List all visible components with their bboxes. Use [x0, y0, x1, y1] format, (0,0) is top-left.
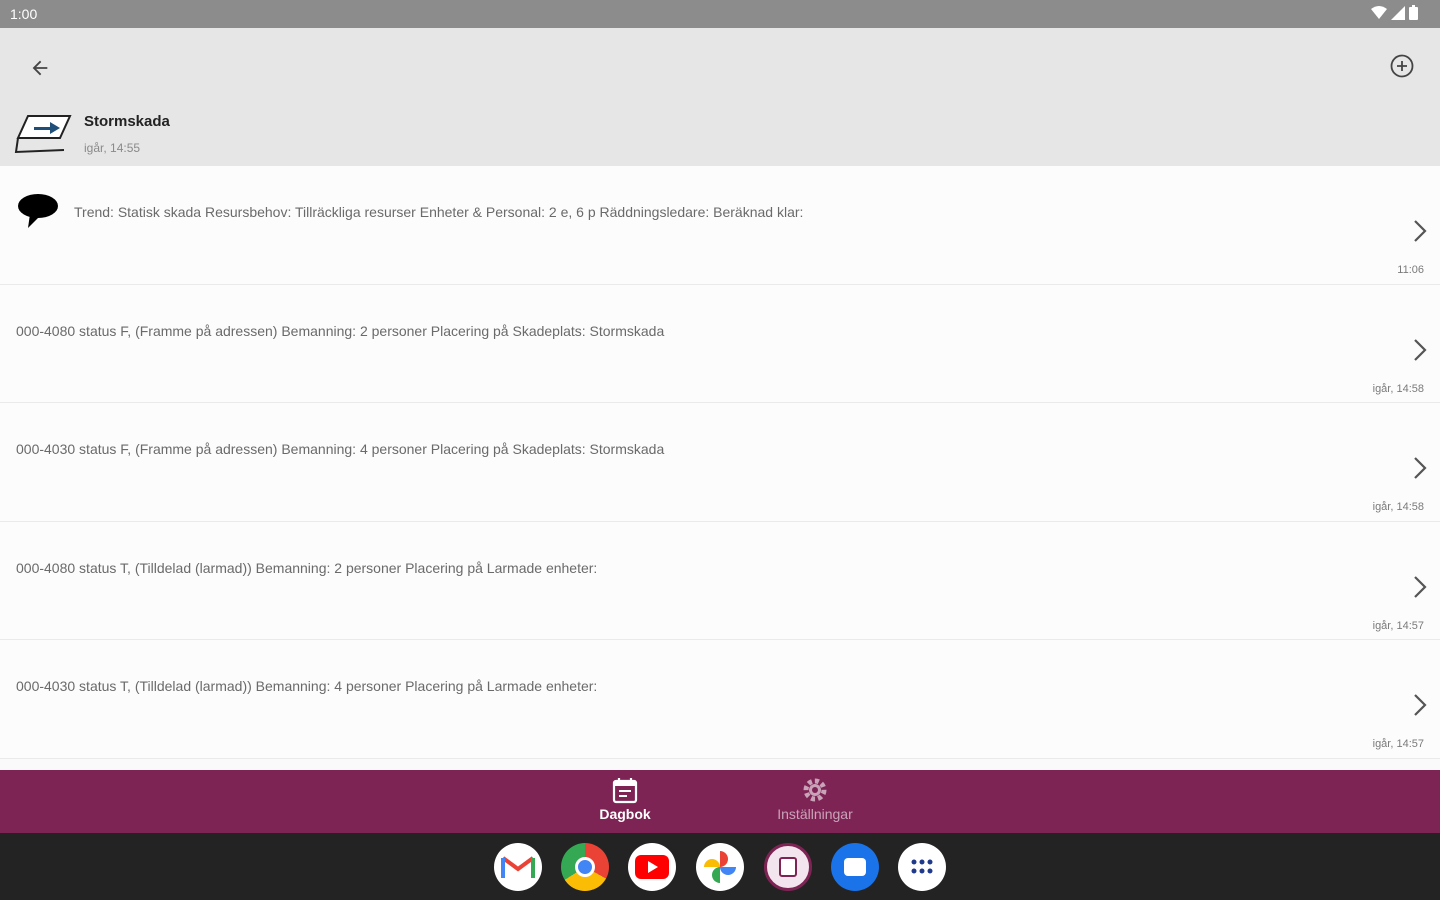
add-button[interactable] — [1384, 48, 1420, 84]
tab-installningar-label: Inställningar — [777, 806, 853, 822]
entry-text: 000-4080 status T, (Tilldelad (larmad)) … — [16, 559, 598, 576]
calendar-icon — [612, 778, 638, 804]
signal-icon — [1391, 5, 1405, 20]
chevron-right-icon — [1414, 457, 1427, 479]
bottom-navigation: Dagbok Inställningar — [0, 770, 1440, 833]
gmail-icon[interactable] — [494, 843, 542, 891]
tab-dagbok-label: Dagbok — [599, 806, 651, 822]
gear-icon — [803, 778, 827, 802]
status-time: 1:00 — [10, 6, 38, 22]
list-item[interactable]: 000-4030 status F, (Framme på adressen) … — [0, 403, 1440, 522]
list-item[interactable]: 000-4080 status T, (Tilldelad (larmad)) … — [0, 521, 1440, 641]
chevron-right-icon — [1414, 338, 1427, 361]
chrome-icon[interactable] — [561, 843, 609, 891]
chevron-right-icon — [1414, 694, 1427, 717]
incident-time: igår, 14:55 — [84, 141, 141, 155]
app-drawer-icon[interactable] — [898, 843, 946, 891]
status-bar: 1:00 — [0, 0, 1440, 28]
add-circle-icon — [1390, 54, 1414, 78]
incident-title: Stormskada — [84, 113, 170, 130]
entry-time: igår, 14:57 — [1372, 619, 1424, 632]
diary-list: Trend: Statisk skada Resursbehov: Tillrä… — [0, 166, 1440, 770]
android-dock — [0, 833, 1440, 900]
entry-time: 11:06 — [1397, 264, 1424, 276]
back-button[interactable] — [22, 50, 58, 86]
entry-time: igår, 14:58 — [1372, 501, 1424, 514]
tab-dagbok[interactable]: Dagbok — [565, 776, 685, 830]
entry-text: 000-4030 status F, (Framme på adressen) … — [16, 441, 665, 458]
entry-time: igår, 14:58 — [1372, 382, 1424, 395]
chevron-right-icon — [1414, 220, 1427, 242]
arrow-back-icon — [32, 60, 48, 76]
speech-bubble-icon — [18, 194, 58, 228]
entry-text: 000-4030 status T, (Tilldelad (larmad)) … — [16, 678, 598, 695]
chevron-right-icon — [1414, 576, 1427, 598]
entry-text: Trend: Statisk skada Resursbehov: Tillrä… — [74, 204, 804, 220]
app-header: Stormskada igår, 14:55 — [0, 28, 1440, 166]
battery-icon — [1409, 5, 1418, 20]
messages-icon[interactable] — [831, 843, 879, 891]
system-icons — [1371, 5, 1418, 20]
entry-time: igår, 14:57 — [1372, 738, 1424, 751]
wifi-icon — [1371, 5, 1387, 19]
entry-text: 000-4080 status F, (Framme på adressen) … — [16, 322, 665, 339]
list-item[interactable]: 000-4030 status T, (Tilldelad (larmad)) … — [0, 640, 1440, 759]
youtube-icon[interactable] — [628, 843, 676, 891]
storm-damage-icon — [14, 115, 72, 154]
list-item[interactable]: Trend: Statisk skada Resursbehov: Tillrä… — [0, 166, 1440, 285]
app-icon[interactable] — [764, 843, 812, 891]
photos-icon[interactable] — [696, 843, 744, 891]
list-item[interactable]: 000-4080 status F, (Framme på adressen) … — [0, 284, 1440, 404]
tab-installningar[interactable]: Inställningar — [755, 776, 875, 830]
